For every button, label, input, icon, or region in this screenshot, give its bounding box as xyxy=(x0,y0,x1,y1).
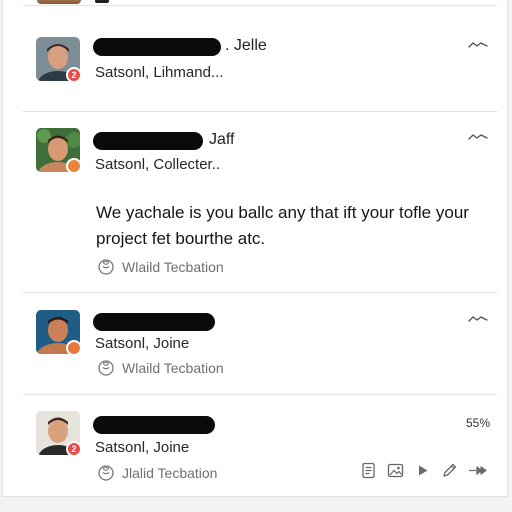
wavy-chevron-icon[interactable] xyxy=(468,40,488,50)
author-name-suffix: Jaff xyxy=(209,131,235,148)
post-body-text: We yachale is you ballc any that ift you… xyxy=(96,203,469,248)
reaction-button[interactable]: Wlaild Tecbation xyxy=(97,359,224,377)
wavy-chevron-icon[interactable] xyxy=(468,132,488,142)
feed-divider xyxy=(23,111,497,112)
document-icon[interactable] xyxy=(360,462,377,479)
avatar[interactable] xyxy=(36,128,82,174)
avatar[interactable]: 2 xyxy=(36,37,82,83)
redacted-name xyxy=(93,416,215,434)
avatar[interactable]: 2 xyxy=(36,411,82,457)
author-subline: Satsonl, Collecter.. xyxy=(95,156,221,173)
feed-divider xyxy=(23,394,497,395)
forward-icon[interactable] xyxy=(468,462,488,479)
feed-divider xyxy=(23,5,497,6)
progress-percent: 55% xyxy=(466,416,491,430)
author-subline: Satsonl, Joine xyxy=(95,439,190,456)
previous-post-avatar-fragment xyxy=(37,0,81,4)
post-toolbar xyxy=(360,462,488,479)
redacted-name xyxy=(93,38,221,56)
status-badge xyxy=(66,158,82,174)
feed-divider xyxy=(23,292,497,293)
notification-badge: 2 xyxy=(66,67,82,83)
author-subline: Satsonl, Joine xyxy=(95,335,190,352)
author-subline: Satsonl, Lihmand... xyxy=(95,64,224,81)
heart-smile-icon xyxy=(98,360,114,376)
image-icon[interactable] xyxy=(387,462,404,479)
author-name-suffix: . Jelle xyxy=(225,37,267,54)
reaction-button[interactable]: Wlaild Tecbation xyxy=(97,258,224,276)
redacted-name xyxy=(93,313,215,331)
reaction-label: Wlaild Tecbation xyxy=(122,360,224,376)
wavy-chevron-icon[interactable] xyxy=(468,314,488,324)
play-icon[interactable] xyxy=(414,462,431,479)
avatar[interactable] xyxy=(36,310,82,356)
status-badge xyxy=(66,340,82,356)
reaction-button[interactable]: Jlalid Tecbation xyxy=(97,464,217,482)
pencil-icon[interactable] xyxy=(441,462,458,479)
notification-badge: 2 xyxy=(66,441,82,457)
heart-smile-icon xyxy=(98,259,114,275)
previous-post-name-fragment xyxy=(95,0,109,3)
reaction-label: Wlaild Tecbation xyxy=(122,259,224,275)
feed-panel: 2 . Jelle Satsonl, Lihmand... Jaff Satso… xyxy=(2,0,508,497)
redacted-name xyxy=(93,132,203,150)
heart-smile-icon xyxy=(98,465,114,481)
reaction-label: Jlalid Tecbation xyxy=(122,465,218,481)
